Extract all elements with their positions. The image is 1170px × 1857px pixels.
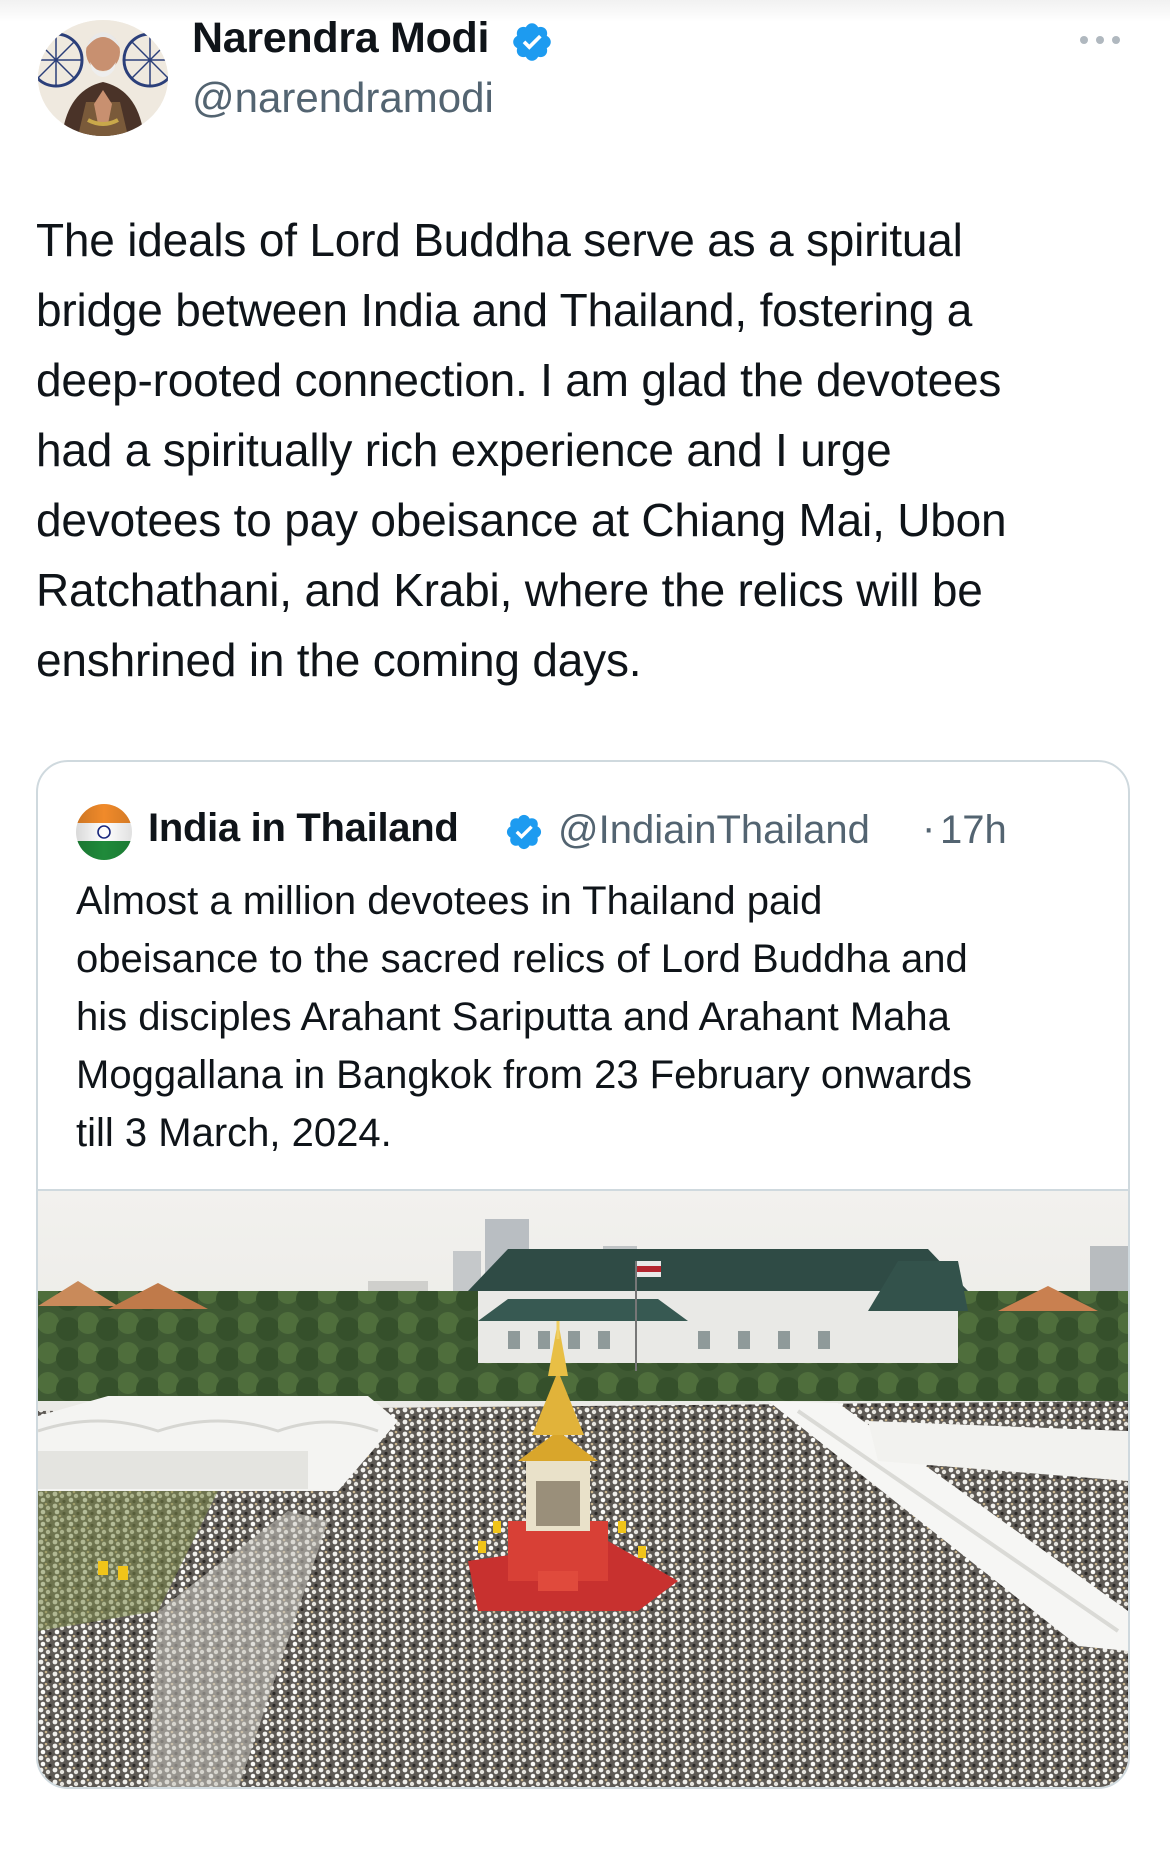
profile-photo — [38, 20, 168, 136]
tweet-text: The ideals of Lord Buddha serve as a spi… — [36, 214, 1007, 686]
top-edge — [0, 0, 1170, 22]
quoted-timestamp[interactable]: 17h — [940, 808, 1007, 853]
separator-dot: · — [922, 806, 936, 850]
quoted-tweet-card[interactable]: India in Thailand @IndiainThailand · 17h… — [36, 760, 1130, 1789]
quoted-author-name[interactable]: India in Thailand — [148, 806, 459, 851]
more-horizontal-icon[interactable] — [1075, 30, 1125, 50]
quoted-tweet-image[interactable] — [38, 1189, 1128, 1787]
verified-badge-icon — [513, 23, 551, 61]
author-name[interactable]: Narendra Modi — [192, 14, 489, 63]
india-flag-icon — [76, 804, 132, 860]
author-handle[interactable]: @narendramodi — [192, 74, 494, 122]
crowd-photo — [38, 1191, 1128, 1787]
author-avatar[interactable] — [38, 20, 168, 136]
quoted-author-avatar[interactable] — [76, 804, 132, 860]
verified-badge-icon — [506, 814, 542, 850]
quoted-author-handle[interactable]: @IndiainThailand — [558, 808, 870, 853]
quoted-tweet-text: Almost a million devotees in Thailand pa… — [76, 879, 973, 1155]
